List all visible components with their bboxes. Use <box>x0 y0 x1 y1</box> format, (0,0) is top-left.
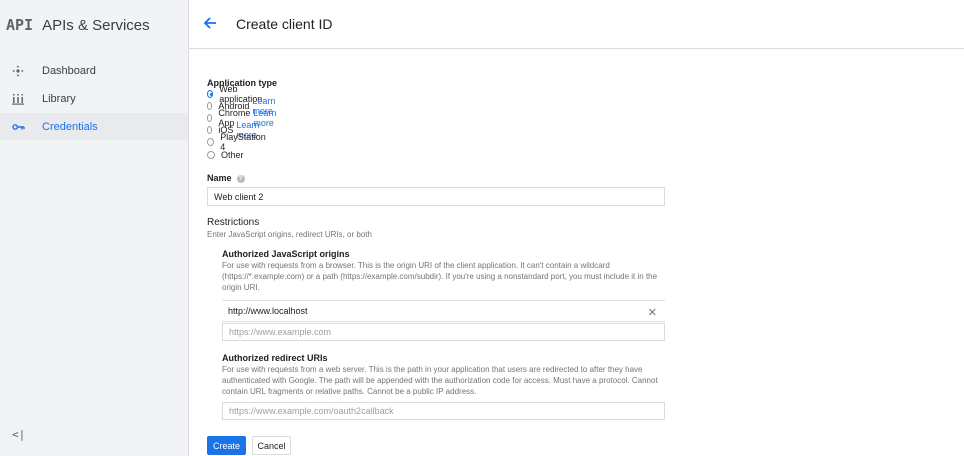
radio-label: Other <box>221 150 244 160</box>
name-field[interactable]: Web client 2 <box>207 187 665 206</box>
sidebar-item-dashboard[interactable]: Dashboard <box>0 57 188 84</box>
sidebar-item-library[interactable]: Library <box>0 85 188 112</box>
product-title: APIs & Services <box>42 16 150 34</box>
radio-button[interactable] <box>207 102 213 110</box>
sidebar-item-label: Credentials <box>42 120 98 133</box>
brand[interactable]: API APIs & Services <box>6 15 150 35</box>
page-header: Create client ID <box>189 0 964 49</box>
radio-button[interactable] <box>207 114 213 122</box>
sidebar-item-credentials[interactable]: Credentials <box>0 113 188 140</box>
radio-button[interactable] <box>207 138 215 146</box>
radio-button[interactable] <box>207 90 214 98</box>
dashboard-icon <box>11 64 25 78</box>
name-label: Name? <box>207 173 245 183</box>
redirect-uris-help: For use with requests from a web server.… <box>222 365 658 396</box>
radio-button[interactable] <box>207 126 213 134</box>
create-button[interactable]: Create <box>207 436 246 455</box>
name-label-text: Name <box>207 173 232 183</box>
js-origin-input[interactable]: https://www.example.com <box>222 323 665 341</box>
restrictions-title: Restrictions <box>207 217 260 228</box>
page-title: Create client ID <box>236 16 333 32</box>
restrictions-subtitle: Enter JavaScript origins, redirect URIs,… <box>207 230 372 239</box>
js-origin-row: http://www.localhost ✕ <box>222 300 665 322</box>
redirect-uris-title: Authorized redirect URIs <box>222 353 328 363</box>
js-origin-value[interactable]: http://www.localhost <box>228 306 308 316</box>
sidebar-item-label: Library <box>42 92 76 105</box>
help-icon[interactable]: ? <box>236 174 245 183</box>
sidebar-item-label: Dashboard <box>42 64 96 77</box>
js-origins-help: For use with requests from a browser. Th… <box>222 261 658 292</box>
sidebar-nav: Dashboard Library Credentials <box>0 57 188 141</box>
close-icon[interactable]: ✕ <box>648 306 657 319</box>
radio-playstation-4[interactable]: PlayStation 4 <box>207 132 267 152</box>
cancel-button[interactable]: Cancel <box>252 436 291 455</box>
radio-other[interactable]: Other <box>207 149 244 161</box>
key-icon <box>11 120 25 134</box>
js-origins-title: Authorized JavaScript origins <box>222 249 350 259</box>
library-icon <box>11 92 25 106</box>
sidebar: API APIs & Services Dashboard Library Cr… <box>0 0 189 456</box>
back-arrow-icon[interactable] <box>202 15 220 33</box>
redirect-uri-input[interactable]: https://www.example.com/oauth2callback <box>222 402 665 420</box>
collapse-sidebar-icon[interactable]: <| <box>12 428 25 441</box>
api-logo: API <box>6 16 34 34</box>
radio-button[interactable] <box>207 151 215 159</box>
